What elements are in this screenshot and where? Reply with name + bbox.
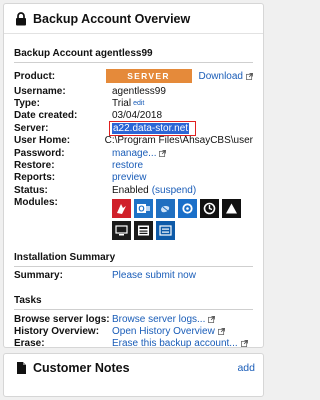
user-home-row: User Home: C:\Program Files\AhsayCBS\use… [14, 135, 253, 147]
continuous-protection-icon [222, 198, 241, 218]
exchange-outlook-icon: O [134, 198, 153, 218]
mysql-icon [134, 220, 153, 240]
password-manage-link[interactable]: manage... [112, 148, 156, 159]
server-highlight-box: a22.data-stor.net [109, 120, 197, 136]
external-link-icon [217, 328, 225, 335]
type-label: Type: [14, 98, 40, 110]
lock-icon [16, 11, 26, 25]
restore-row: Restore: restore [14, 159, 253, 171]
external-link-icon [159, 149, 167, 157]
overview-header: Backup Account Overview [4, 4, 263, 34]
user-home-value: C:\Program Files\AhsayCBS\user [104, 135, 253, 147]
server-value[interactable]: a22.data-stor.net [112, 122, 190, 134]
overview-title: Backup Account Overview [33, 11, 191, 26]
external-link-icon [240, 340, 248, 348]
installation-summary-heading: Installation Summary [14, 252, 253, 267]
cloud-file-backup-icon [112, 198, 131, 218]
date-created-label: Date created: [14, 110, 78, 122]
external-link-icon [208, 315, 216, 323]
download-link[interactable]: Download [199, 71, 243, 82]
browse-logs-label: Browse server logs: [14, 313, 110, 325]
svg-text:O: O [138, 204, 144, 213]
type-edit-link[interactable]: edit [133, 100, 144, 107]
erase-account-link[interactable]: Erase this backup account... [112, 338, 238, 349]
customer-notes-card: Customer Notes add [3, 353, 264, 397]
restore-link[interactable]: restore [112, 160, 253, 171]
browse-logs-row: Browse server logs: Browse server logs..… [14, 313, 253, 325]
password-row: Password: manage... [14, 147, 253, 159]
username-label: Username: [14, 85, 66, 97]
backup-account-overview-card: Backup Account Overview Backup Account a… [3, 3, 264, 350]
user-home-label: User Home: [14, 135, 71, 147]
document-icon [17, 361, 26, 374]
modules-row: Modules: O [14, 197, 253, 240]
customer-notes-header: Customer Notes add [4, 354, 263, 381]
username-value: agentless99 [112, 85, 166, 97]
account-heading: Backup Account agentless99 [14, 48, 253, 63]
installation-summary-row: Summary: Please submit now [14, 270, 253, 282]
product-label: Product: [14, 70, 56, 82]
summary-label: Summary: [14, 270, 63, 282]
tasks-heading: Tasks [14, 295, 253, 310]
windows-backup-icon [200, 198, 219, 218]
browse-logs-link[interactable]: Browse server logs... [112, 314, 205, 325]
modules-label: Modules: [14, 196, 58, 208]
server-label: Server: [14, 122, 49, 134]
password-label: Password: [14, 147, 65, 159]
customer-notes-title: Customer Notes [33, 360, 130, 375]
restore-label: Restore: [14, 160, 55, 172]
server-product-badge: SERVER [105, 69, 192, 83]
type-row: Type: Trial edit [14, 97, 253, 109]
external-link-icon [246, 72, 253, 80]
erase-row: Erase: Erase this backup account... [14, 338, 253, 350]
history-overview-label: History Overview: [14, 325, 100, 337]
status-label: Status: [14, 184, 48, 196]
add-note-link[interactable]: add [237, 362, 255, 374]
history-overview-row: History Overview: Open History Overview [14, 325, 253, 337]
product-row: Product: SERVER Download [14, 67, 253, 85]
reports-label: Reports: [14, 172, 56, 184]
username-row: Username: agentless99 [14, 85, 253, 97]
status-row: Status: Enabled (suspend) [14, 184, 253, 196]
history-overview-link[interactable]: Open History Overview [112, 326, 215, 337]
ms-sql-icon [156, 198, 175, 218]
date-created-value: 03/04/2018 [112, 110, 163, 122]
hyper-v-icon [112, 220, 131, 240]
suspend-link[interactable]: (suspend) [152, 185, 196, 196]
type-value: Trial [112, 98, 132, 110]
nas-icon [156, 220, 175, 240]
erase-label: Erase: [14, 338, 45, 350]
status-value: Enabled [112, 184, 149, 196]
reports-row: Reports: preview [14, 172, 253, 184]
submit-summary-link[interactable]: Please submit now [112, 270, 253, 281]
reports-preview-link[interactable]: preview [112, 172, 253, 183]
server-row: Server: a22.data-stor.net [14, 120, 253, 136]
exchange-mailbox-icon [178, 198, 197, 218]
